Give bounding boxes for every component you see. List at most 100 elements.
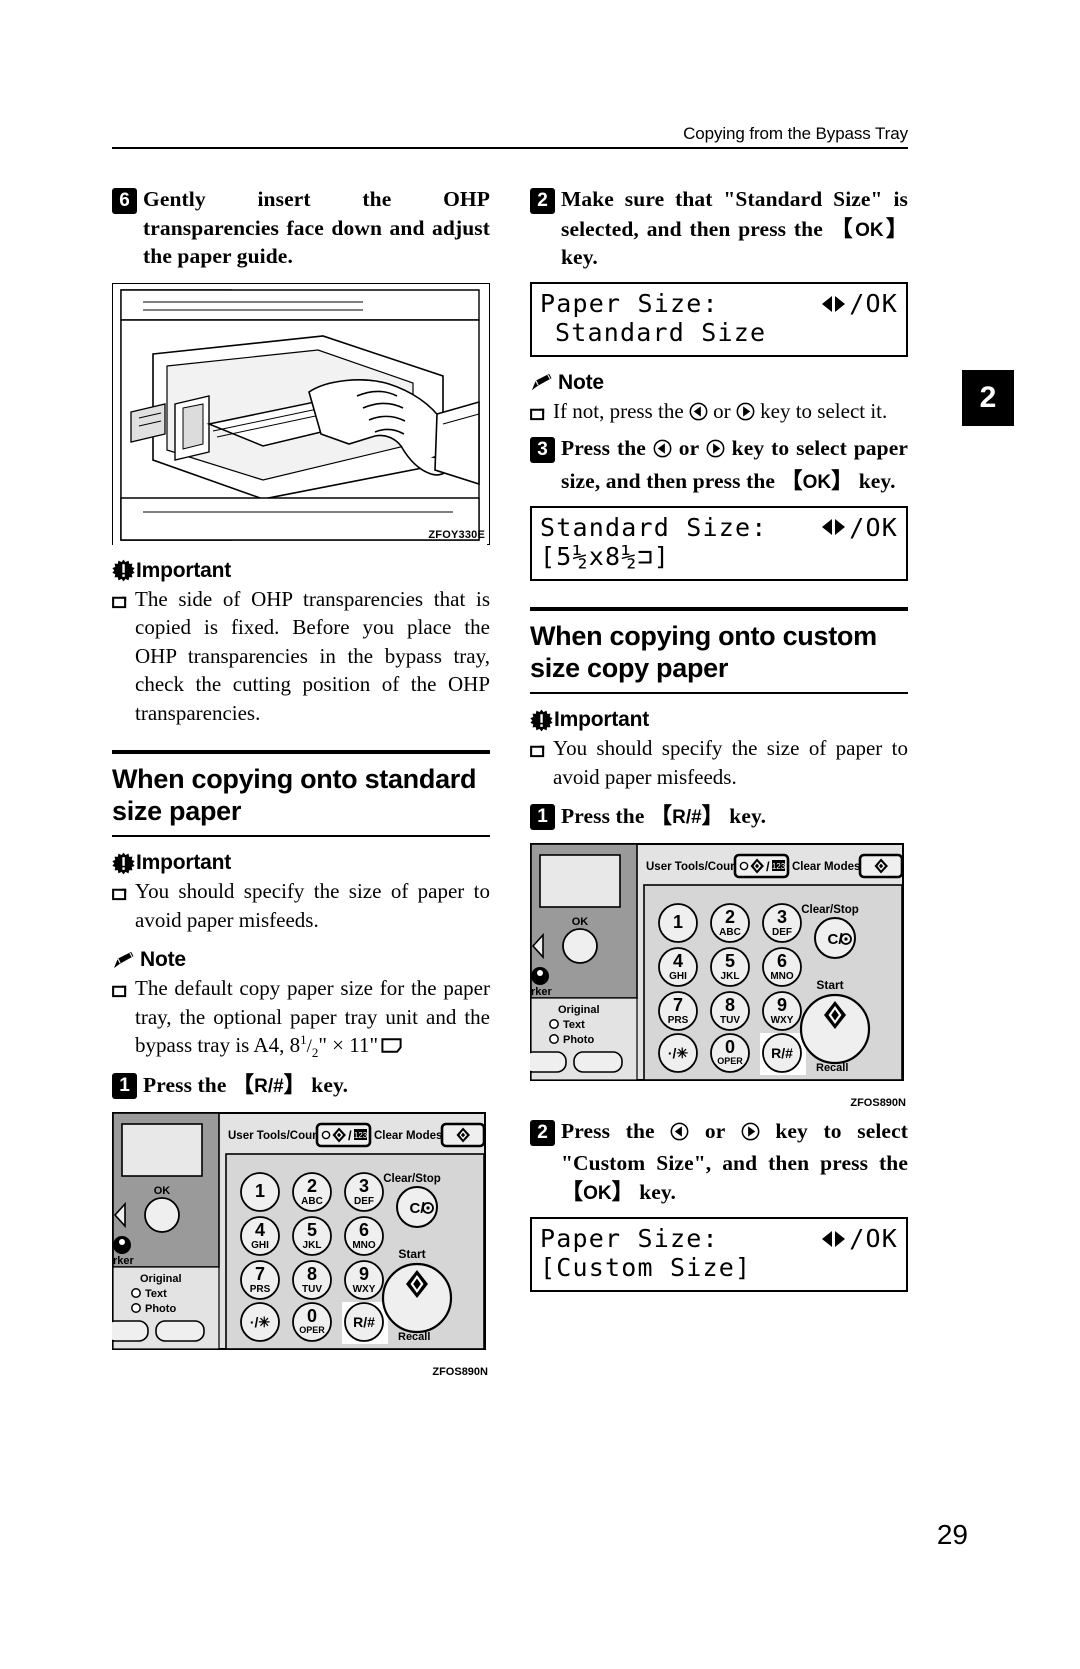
header-rule: [112, 147, 908, 149]
svg-text:OPER: OPER: [299, 1325, 325, 1335]
section-title-line1: When copying onto standard: [112, 763, 477, 794]
keycap-label: OK: [583, 1183, 612, 1205]
arrow-left-key-icon: [670, 1120, 689, 1149]
svg-text:9: 9: [359, 1264, 369, 1284]
important-bullet-row-3: You should specify the size of paper to …: [530, 734, 908, 791]
important-callout-header-2: Important: [112, 851, 490, 875]
lcd-line-1: Standard Size: /OK: [540, 513, 898, 543]
bullet-square-icon: [112, 983, 135, 1003]
step-item-6: 6 Gently insert the OHP transparencies f…: [112, 185, 490, 271]
section-rule-bottom: [112, 835, 490, 838]
arrow-left-key-icon: [689, 400, 708, 429]
lcd-line1-left: Paper Size:: [540, 1223, 719, 1253]
step-text: Press the 【R/#】 key.: [561, 801, 766, 831]
step-item-3: 3 Press the or key to select paper size,…: [530, 434, 908, 495]
important-bullet-text: You should specify the size of paper to …: [135, 879, 490, 932]
lcd-left-right-arrows-icon: [819, 293, 849, 315]
panel-label-start: Start: [816, 978, 843, 992]
keycap-close-bracket: 】: [611, 1179, 634, 1205]
lcd-left-right-arrows-icon: [819, 1228, 849, 1250]
lcd-line-1: Paper Size: /OK: [540, 289, 898, 319]
keycap-close-bracket: 】: [701, 803, 724, 829]
lcd-left-right-arrows-icon: [819, 516, 849, 538]
svg-text:3: 3: [777, 907, 787, 927]
section-heading-custom-size: When copying onto custom size copy paper: [530, 606, 908, 695]
arrow-left-key-icon: [653, 437, 672, 466]
lcd-line-1: Paper Size: /OK: [540, 1224, 898, 1254]
svg-text:/: /: [348, 1128, 352, 1143]
svg-text:/: /: [766, 859, 770, 874]
svg-text:PRS: PRS: [668, 1015, 689, 1026]
lcd-line-2: [Custom Size]: [540, 1253, 898, 1283]
svg-text:MNO: MNO: [770, 971, 794, 982]
lcd-line1-right: /OK: [849, 1223, 898, 1253]
page-number: 29: [936, 1519, 968, 1550]
running-header-title: Copying from the Bypass Tray: [683, 124, 908, 143]
note-bullet-row-2: If not, press the or key to select it.: [530, 397, 908, 429]
note-callout-header-2: Note: [530, 371, 908, 395]
panel-label-marker: rker: [113, 1255, 135, 1267]
paper-orientation-landscape-icon: [381, 1032, 402, 1061]
svg-text:8: 8: [725, 995, 735, 1015]
svg-text:4: 4: [255, 1220, 265, 1240]
step-item-2: 2 Make sure that "Standard Size" is sele…: [530, 185, 908, 272]
figure-code: ZFOS890N: [432, 1365, 488, 1378]
svg-text:3: 3: [359, 1176, 369, 1196]
note-bullet-text: If not, press the or key to select it.: [553, 397, 887, 429]
keycap-label: OK: [802, 471, 832, 493]
step-number-badge: 6: [112, 188, 137, 214]
bullet-square-icon: [530, 743, 553, 763]
operation-panel-illustration: OK Original Text Photo rker User Tools/C…: [523, 842, 904, 1081]
step-text: Press the or key to select paper size, a…: [561, 434, 908, 495]
svg-text:DEF: DEF: [772, 927, 792, 938]
lcd-line2-text: Standard Size: [555, 318, 767, 348]
important-bullet-row: The side of OHP transparencies that is c…: [112, 585, 490, 728]
paper-size-whole: 8: [289, 1033, 301, 1058]
panel-label-original: Original: [558, 1004, 600, 1016]
important-burst-icon: [112, 852, 135, 875]
svg-text:2: 2: [725, 907, 735, 927]
bullet-square-icon: [112, 594, 135, 614]
step-text-end: key.: [633, 1180, 677, 1205]
important-label: Important: [136, 558, 232, 582]
keycap-open-bracket: 【: [649, 803, 673, 829]
svg-text:PRS: PRS: [250, 1284, 271, 1295]
keycap-open-bracket: 【: [561, 1179, 584, 1205]
keycap-label: R/#: [254, 1076, 284, 1098]
chapter-tab-marker: 2: [962, 370, 1014, 426]
figure-bypass-tray: ZFOY330E: [112, 282, 490, 546]
important-burst-icon: [530, 709, 553, 732]
note-label: Note: [558, 370, 604, 394]
keycap-close-bracket: 】: [831, 467, 854, 493]
panel-label-original: Original: [140, 1273, 182, 1285]
svg-text:WXY: WXY: [353, 1284, 376, 1295]
svg-text:0: 0: [307, 1306, 317, 1326]
panel-label-text: Text: [145, 1288, 167, 1300]
note-pencil-icon: [530, 372, 553, 393]
lcd-display-paper-size-custom: Paper Size: /OK [Custom Size]: [530, 1216, 908, 1292]
keycap-open-bracket: 【: [231, 1072, 255, 1098]
note-callout-header: Note: [112, 948, 490, 972]
important-callout-header: Important: [112, 559, 490, 583]
svg-text:ABC: ABC: [719, 927, 741, 938]
important-bullet-text: The side of OHP transparencies that is c…: [135, 586, 490, 725]
arrow-right-key-icon: [706, 437, 725, 466]
svg-text:OPER: OPER: [717, 1056, 743, 1066]
svg-text:GHI: GHI: [251, 1240, 269, 1251]
important-callout-header-3: Important: [530, 708, 908, 732]
keycap-open-bracket: 【: [830, 215, 856, 241]
svg-text:TUV: TUV: [720, 1015, 740, 1026]
note-text-post: key to select it.: [754, 398, 888, 423]
lcd-display-standard-size-value: Standard Size: /OK [5½x8½⊐]: [530, 505, 908, 581]
svg-text:9: 9: [777, 995, 787, 1015]
section-heading-standard-size: When copying onto standard size paper: [112, 749, 490, 838]
step-text-pre: Press the: [561, 436, 653, 461]
svg-text:ABC: ABC: [301, 1196, 323, 1207]
svg-text:·/✳: ·/✳: [250, 1314, 271, 1330]
keycap-label: OK: [855, 219, 884, 241]
figure-code: ZFOY330E: [428, 528, 485, 541]
svg-text:5: 5: [725, 951, 735, 971]
document-page: Copying from the Bypass Tray 2 29 6 Gent…: [0, 0, 1080, 1669]
step-text-pre: Press the: [561, 1118, 671, 1143]
step-text-pre: Press the: [143, 1073, 232, 1098]
